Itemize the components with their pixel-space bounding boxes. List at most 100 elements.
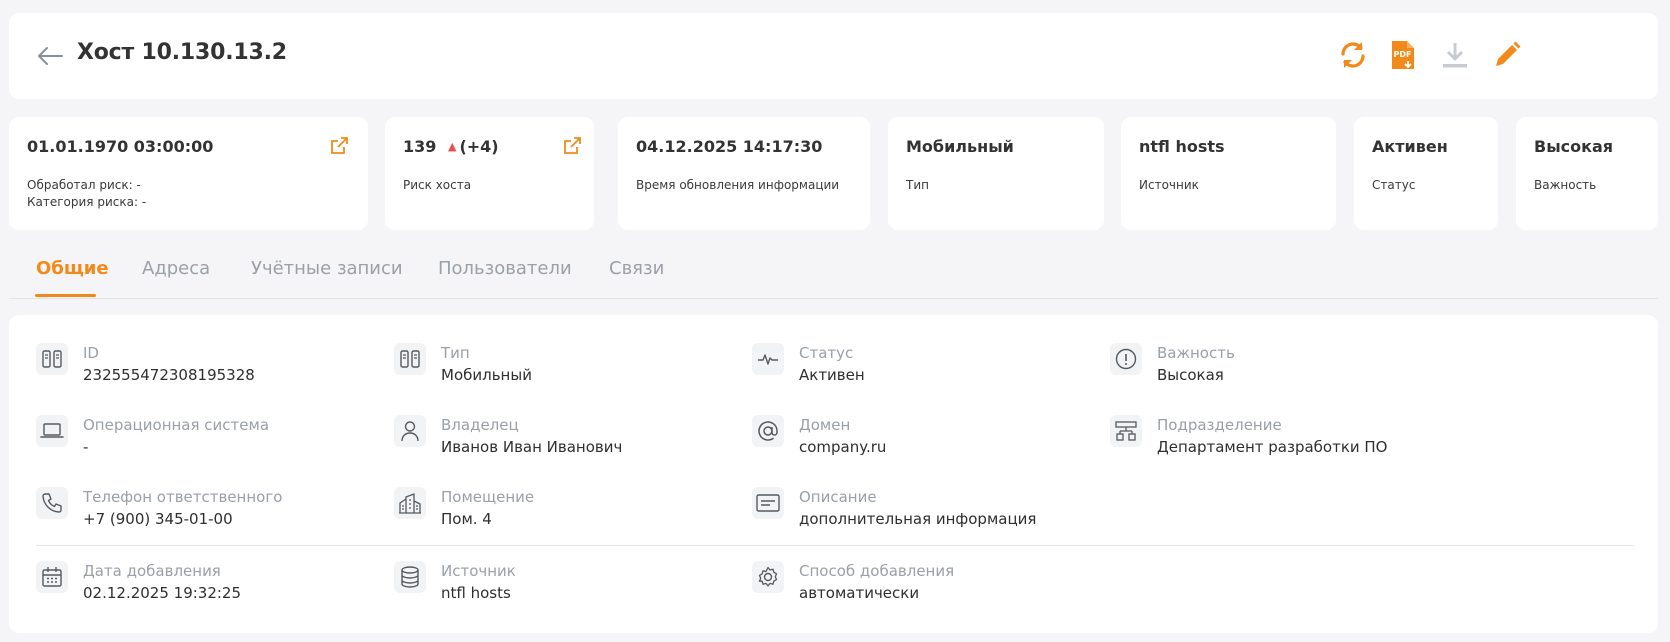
external-link-icon[interactable] [562, 136, 582, 156]
type-label: Тип [906, 178, 929, 192]
importance-card: Высокая Важность [1516, 117, 1658, 230]
tab-bar: Общие Адреса Учётные записи Пользователи… [9, 248, 1658, 299]
field-label: Операционная система [83, 416, 270, 434]
laptop-icon [36, 415, 68, 447]
alert-circle-icon [1110, 343, 1142, 375]
field-label: Источник [441, 562, 516, 580]
trend-up-icon: ▲ [447, 140, 457, 153]
description-icon [752, 487, 784, 519]
importance-label: Важность [1534, 178, 1597, 192]
status-label: Статус [1372, 178, 1416, 192]
field-value: 232555472308195328 [83, 366, 255, 384]
field-label: Подразделение [1157, 416, 1282, 434]
field-value: Мобильный [441, 366, 532, 384]
field-label: Телефон ответственного [83, 488, 283, 506]
field-value: Высокая [1157, 366, 1224, 384]
database-icon [394, 561, 426, 593]
updated-card: 04.12.2025 14:17:30 Время обновления инф… [618, 117, 870, 230]
type-value: Мобильный [906, 137, 1014, 156]
edit-icon[interactable] [1491, 39, 1523, 71]
field-phone: Телефон ответственного +7 (900) 345-01-0… [36, 487, 376, 539]
status-card: Активен Статус [1354, 117, 1498, 230]
tab-accounts[interactable]: Учётные записи [251, 258, 403, 279]
field-value: Активен [799, 366, 865, 384]
pulse-icon [752, 343, 784, 375]
risk-processed-card: 01.01.1970 03:00:00 Обработал риск: - Ка… [9, 117, 368, 230]
calendar-icon [36, 561, 68, 593]
risk-delta: (+4) [459, 137, 499, 156]
tab-links[interactable]: Связи [609, 258, 664, 279]
svg-text:PDF: PDF [1394, 50, 1412, 59]
host-risk-row: 139 ▲ (+4) [403, 137, 499, 156]
field-label: Тип [441, 344, 470, 362]
id-card-icon [394, 343, 426, 375]
host-risk-value: 139 [403, 137, 437, 156]
risk-processed-date: 01.01.1970 03:00:00 [27, 137, 214, 156]
field-date-added: Дата добавления 02.12.2025 19:32:25 [36, 561, 376, 613]
field-value: автоматически [799, 584, 920, 602]
field-id: ID 232555472308195328 [36, 343, 376, 395]
page-header: Хост 10.130.13.2 PDF [9, 13, 1658, 99]
source-value: ntfl hosts [1139, 137, 1225, 156]
phone-icon [36, 487, 68, 519]
field-label: Домен [799, 416, 851, 434]
field-department: Подразделение Департамент разработки ПО [1110, 415, 1450, 467]
page-title: Хост 10.130.13.2 [77, 40, 287, 65]
host-risk-card: 139 ▲ (+4) Риск хоста [385, 117, 594, 230]
external-link-icon[interactable] [329, 136, 349, 156]
field-source: Источник ntfl hosts [394, 561, 734, 613]
field-value: Иванов Иван Иванович [441, 438, 623, 456]
field-label: Владелец [441, 416, 519, 434]
status-value: Активен [1372, 137, 1448, 156]
tab-users[interactable]: Пользователи [438, 258, 572, 279]
pdf-export-icon[interactable]: PDF [1387, 39, 1419, 71]
details-panel: ID 232555472308195328 Тип Мобильный Стат… [9, 315, 1658, 633]
field-add-method: Способ добавления автоматически [752, 561, 1092, 613]
field-value: 02.12.2025 19:32:25 [83, 584, 242, 602]
gear-icon [752, 561, 784, 593]
field-value: дополнительная информация [799, 510, 1037, 528]
field-label: Статус [799, 344, 854, 362]
updated-label: Время обновления информации [636, 178, 840, 192]
section-divider [36, 545, 1634, 546]
field-owner: Владелец Иванов Иван Иванович [394, 415, 734, 467]
risk-trend: ▲ (+4) [448, 137, 499, 156]
importance-value: Высокая [1534, 137, 1614, 156]
source-label: Источник [1139, 178, 1199, 192]
field-value: Пом. 4 [441, 510, 492, 528]
field-importance: Важность Высокая [1110, 343, 1450, 395]
field-os: Операционная система - [36, 415, 376, 467]
field-label: Важность [1157, 344, 1235, 362]
source-card: ntfl hosts Источник [1121, 117, 1336, 230]
building-icon [394, 487, 426, 519]
active-tab-indicator [35, 294, 96, 297]
field-label: Описание [799, 488, 877, 506]
download-icon[interactable] [1439, 39, 1471, 71]
field-value: ntfl hosts [441, 584, 511, 602]
field-value: Департамент разработки ПО [1157, 438, 1388, 456]
field-type: Тип Мобильный [394, 343, 734, 395]
field-value: +7 (900) 345-01-00 [83, 510, 233, 528]
tab-general[interactable]: Общие [36, 258, 109, 279]
id-card-icon [36, 343, 68, 375]
updated-date: 04.12.2025 14:17:30 [636, 137, 823, 156]
back-arrow-icon[interactable] [35, 43, 65, 69]
field-value: - [83, 438, 89, 456]
at-sign-icon [752, 415, 784, 447]
field-room: Помещение Пом. 4 [394, 487, 734, 539]
host-risk-label: Риск хоста [403, 178, 472, 192]
field-label: Помещение [441, 488, 535, 506]
risk-category: Категория риска: - [27, 195, 147, 209]
field-status: Статус Активен [752, 343, 1092, 395]
user-icon [394, 415, 426, 447]
org-structure-icon [1110, 415, 1142, 447]
field-label: Способ добавления [799, 562, 955, 580]
field-label: ID [83, 344, 99, 362]
risk-processed-by: Обработал риск: - [27, 178, 141, 192]
field-domain: Домен company.ru [752, 415, 1092, 467]
type-card: Мобильный Тип [888, 117, 1104, 230]
field-value: company.ru [799, 438, 887, 456]
field-label: Дата добавления [83, 562, 221, 580]
tab-addresses[interactable]: Адреса [142, 258, 210, 279]
refresh-icon[interactable] [1337, 39, 1369, 71]
